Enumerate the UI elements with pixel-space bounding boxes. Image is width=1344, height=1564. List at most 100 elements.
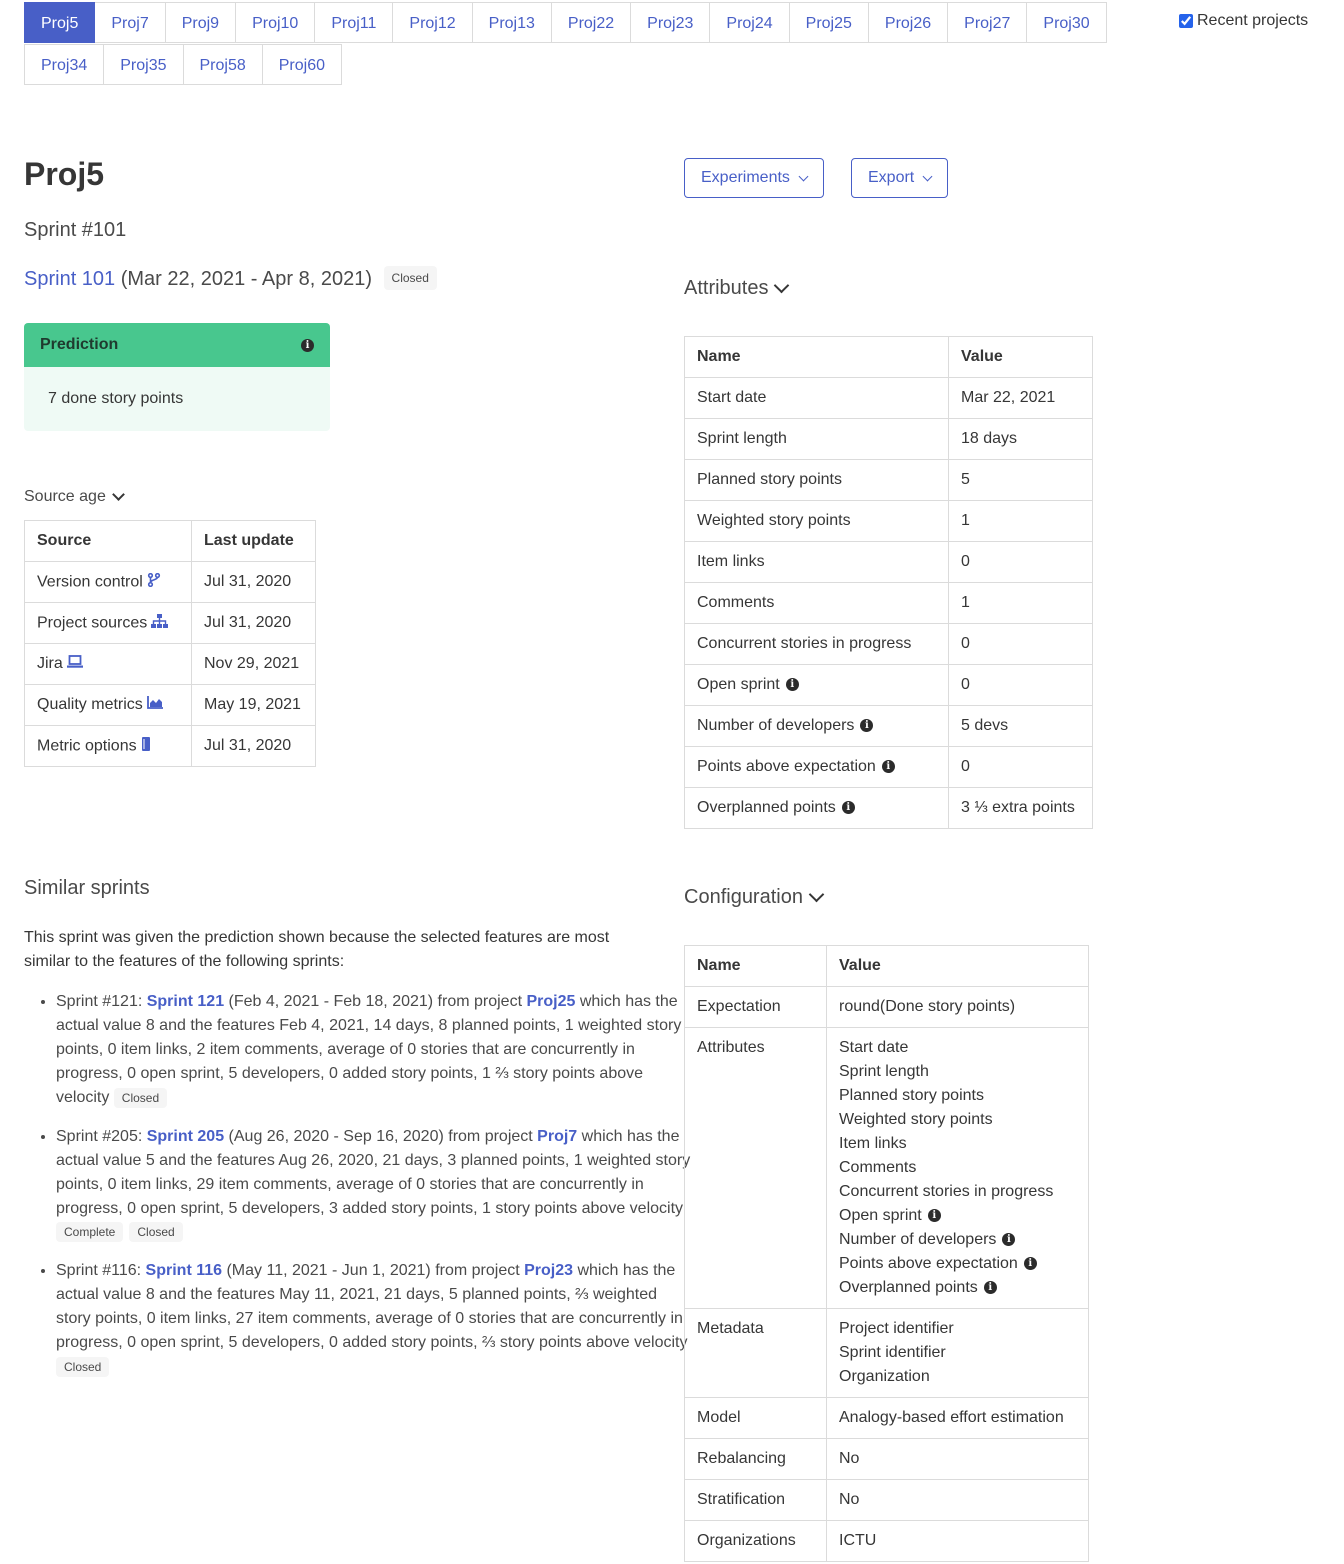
attribute-value: 0 <box>948 664 1093 706</box>
recent-projects-checkbox[interactable] <box>1179 14 1193 28</box>
sprint-prefix: Sprint #205: <box>56 1127 147 1145</box>
config-metadata-item: Organization <box>839 1368 930 1385</box>
config-attribute-item: Weighted story points <box>839 1108 1076 1132</box>
info-icon[interactable]: i <box>983 1281 997 1295</box>
config-value-list: Project identifier Sprint identifier Organ… <box>826 1308 1089 1398</box>
tab-proj27[interactable]: Proj27 <box>947 2 1028 43</box>
project-link[interactable]: Proj7 <box>537 1128 577 1145</box>
attribute-name-cell: Open sprint i <box>684 664 949 706</box>
column-header-last-update: Last update <box>191 520 316 562</box>
info-icon[interactable]: i <box>881 760 895 774</box>
table-row: Number of developers i 5 devs <box>684 705 1093 747</box>
info-icon[interactable]: i <box>927 1209 941 1223</box>
attribute-name-cell: Planned story points <box>684 459 949 501</box>
config-value: No <box>826 1438 1089 1480</box>
sprint-link[interactable]: Sprint 116 <box>146 1262 222 1279</box>
config-attribute-label: Open sprint <box>839 1207 922 1224</box>
attribute-name: Comments <box>697 594 775 611</box>
table-header-row: Name Value <box>684 945 1089 987</box>
attribute-name: Number of developers <box>697 717 855 734</box>
configuration-toggle[interactable]: Configuration <box>684 886 825 909</box>
attribute-name-cell: Overplanned points i <box>684 787 949 829</box>
tab-proj13[interactable]: Proj13 <box>471 2 552 43</box>
source-name: Jira <box>37 655 63 673</box>
tab-proj22[interactable]: Proj22 <box>550 2 632 43</box>
column-header-value: Value <box>826 945 1089 987</box>
table-row: Overplanned points i 3 ⅓ extra points <box>684 787 1093 829</box>
tab-proj23[interactable]: Proj23 <box>630 2 711 43</box>
tab-proj35[interactable]: Proj35 <box>103 44 184 85</box>
source-age-title: Source age <box>24 488 106 505</box>
source-cell: Version control <box>24 561 192 603</box>
sprint-link[interactable]: Sprint 121 <box>147 993 224 1010</box>
tab-proj26[interactable]: Proj26 <box>867 2 949 43</box>
info-icon[interactable]: i <box>841 801 855 815</box>
config-attribute-item: Concurrent stories in progress <box>839 1180 1076 1204</box>
status-badge: Closed <box>383 265 437 290</box>
sprint-subtitle: Sprint #101 <box>24 219 127 241</box>
info-icon[interactable]: i <box>785 678 799 692</box>
info-icon[interactable]: i <box>1002 1233 1016 1247</box>
tab-proj24[interactable]: Proj24 <box>709 2 790 43</box>
experiments-dropdown-button[interactable]: Experiments <box>684 158 824 198</box>
tab-proj58[interactable]: Proj58 <box>182 44 263 85</box>
tab-proj25[interactable]: Proj25 <box>788 2 869 43</box>
recent-projects-toggle[interactable]: Recent projects <box>1179 12 1308 30</box>
attribute-name: Overplanned points <box>697 799 836 816</box>
attribute-value: 5 devs <box>948 705 1093 747</box>
sprint-prefix: Sprint #116: <box>56 1262 146 1279</box>
attribute-value: 0 <box>948 623 1093 665</box>
config-name: Stratification <box>684 1479 827 1521</box>
column-header-source: Source <box>24 520 192 562</box>
sprint-link[interactable]: Sprint 205 <box>147 1128 224 1145</box>
config-attribute-item: Number of developers i <box>839 1228 1076 1252</box>
tab-proj9[interactable]: Proj9 <box>164 2 237 43</box>
attributes-toggle[interactable]: Attributes <box>684 277 790 300</box>
attribute-name-cell: Item links <box>684 541 949 583</box>
last-update-cell: Jul 31, 2020 <box>191 602 316 644</box>
attribute-value: 3 ⅓ extra points <box>948 787 1093 829</box>
table-row: Attributes Start date Sprint length Planne… <box>684 1027 1089 1309</box>
attribute-name: Item links <box>697 553 765 570</box>
tab-proj12[interactable]: Proj12 <box>392 2 473 43</box>
export-dropdown-button[interactable]: Export <box>851 158 949 198</box>
status-badge: Closed <box>56 1356 110 1377</box>
source-cell: Quality metrics <box>24 684 192 726</box>
status-badge: Closed <box>129 1222 183 1243</box>
table-row: Quality metrics May 19, 2021 <box>24 684 316 726</box>
tab-proj11[interactable]: Proj11 <box>314 2 394 43</box>
tab-proj5[interactable]: Proj5 <box>24 2 96 43</box>
table-row: Comments 1 <box>684 582 1093 624</box>
chevron-down-icon <box>774 277 790 294</box>
table-row: Planned story points 5 <box>684 459 1093 501</box>
tab-proj10[interactable]: Proj10 <box>235 2 316 43</box>
tab-proj7[interactable]: Proj7 <box>94 2 166 43</box>
prediction-panel: Prediction i 7 done story points <box>24 323 330 431</box>
project-link[interactable]: Proj23 <box>524 1262 573 1279</box>
source-age-toggle[interactable]: Source age <box>24 488 125 506</box>
source-cell: Project sources <box>24 602 192 644</box>
similar-sprints-title: Similar sprints <box>24 877 150 900</box>
project-tabs-row-2: Proj34 Proj35 Proj58 Proj60 <box>24 44 342 85</box>
config-metadata-item: Project identifier <box>839 1320 954 1337</box>
attribute-name: Points above expectation <box>697 758 876 775</box>
sprint-link[interactable]: Sprint 101 <box>24 268 115 290</box>
status-badge: Closed <box>113 1087 168 1108</box>
tab-proj60[interactable]: Proj60 <box>261 44 342 85</box>
config-name: Attributes <box>684 1027 827 1309</box>
similar-sprints-intro: This sprint was given the prediction sho… <box>24 929 610 970</box>
info-icon[interactable]: i <box>860 719 874 733</box>
attribute-value: 1 <box>948 582 1093 624</box>
project-link[interactable]: Proj25 <box>526 993 575 1010</box>
sprint-prefix: Sprint #121: <box>56 993 147 1010</box>
chevron-down-icon <box>922 171 933 181</box>
config-name: Metadata <box>684 1308 827 1398</box>
tab-proj30[interactable]: Proj30 <box>1026 2 1107 43</box>
source-name: Project sources <box>37 614 148 632</box>
table-row: Points above expectation i 0 <box>684 746 1093 788</box>
info-icon[interactable]: i <box>1023 1257 1037 1271</box>
tab-proj34[interactable]: Proj34 <box>24 44 105 85</box>
info-icon[interactable]: i <box>301 338 314 352</box>
config-attribute-item: Overplanned points i <box>839 1276 1076 1300</box>
attribute-name: Weighted story points <box>697 512 851 529</box>
